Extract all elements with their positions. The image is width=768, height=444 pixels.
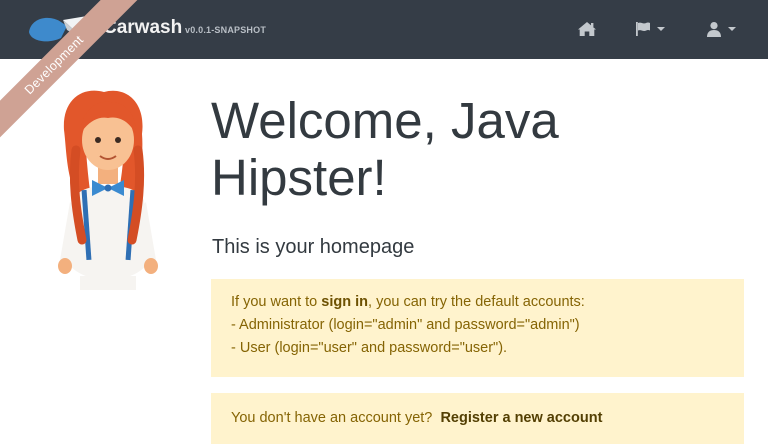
page-title: Welcome, Java Hipster! — [211, 92, 559, 206]
alert-intro-suffix: , you can try the default accounts: — [368, 294, 585, 310]
admin-account-line: - Administrator (login="admin" and passw… — [231, 317, 580, 333]
user-account-line: - User (login="user" and password="user"… — [231, 340, 508, 356]
no-account-text: You don't have an account yet? — [231, 410, 433, 426]
register-link[interactable]: Register a new account — [440, 410, 602, 426]
chevron-down-icon — [728, 27, 736, 31]
home-icon — [578, 22, 596, 36]
page-subtitle: This is your homepage — [212, 236, 415, 258]
flag-icon — [636, 22, 650, 36]
sign-in-link[interactable]: sign in — [321, 294, 368, 310]
nav-home[interactable] — [577, 17, 597, 41]
register-alert: You don't have an account yet? Register … — [211, 393, 744, 444]
app-version: v0.0.1-SNAPSHOT — [185, 25, 267, 35]
nav-entities-dropdown[interactable] — [635, 17, 665, 41]
nav-account-dropdown[interactable] — [706, 17, 736, 41]
chevron-down-icon — [657, 27, 665, 31]
alert-intro-prefix: If you want to — [231, 294, 322, 310]
default-accounts-alert: If you want to sign in, you can try the … — [211, 279, 744, 377]
alert-intro-line: If you want to sign in, you can try the … — [231, 291, 724, 314]
user-icon — [707, 22, 721, 37]
hipster-illustration — [58, 90, 158, 290]
